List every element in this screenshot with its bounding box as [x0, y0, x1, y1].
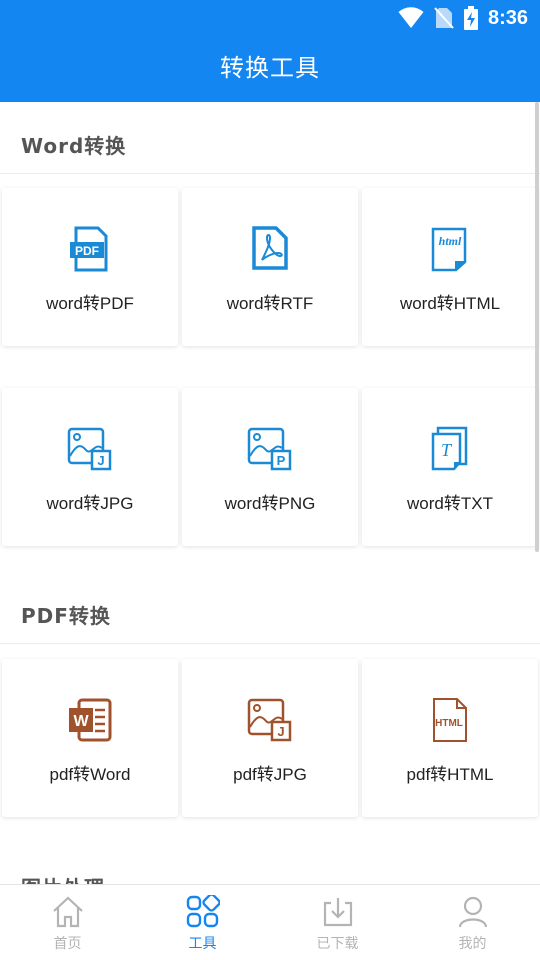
battery-charging-icon [463, 6, 478, 30]
nav-label: 已下载 [316, 936, 359, 952]
download-icon [323, 898, 352, 927]
nav-label: 我的 [458, 936, 487, 952]
tool-label: word转RTF [226, 294, 314, 313]
tool-card-word-to-pdf[interactable]: PDF word转PDF [2, 188, 178, 346]
section-title-pdf: PDF转换 [21, 604, 111, 628]
section-title-word: Word转换 [21, 134, 127, 158]
svg-text:J: J [277, 724, 284, 739]
scrollbar[interactable] [535, 102, 539, 552]
status-time: 8:36 [487, 6, 528, 29]
nav-label: 首页 [53, 936, 82, 952]
wifi-icon [398, 7, 424, 28]
tool-card-pdf-to-html[interactable]: HTML pdf转HTML [362, 659, 538, 817]
pdf-file-icon: PDF [70, 226, 108, 272]
tool-card-word-to-txt[interactable]: T word转TXT [362, 388, 538, 546]
home-icon [52, 896, 83, 928]
tools-grid-icon [186, 895, 220, 928]
tool-card-word-to-png[interactable]: P word转PNG [182, 388, 358, 546]
svg-text:J: J [97, 453, 104, 468]
nav-item-home[interactable]: 首页 [0, 885, 135, 960]
tool-card-word-to-jpg[interactable]: J word转JPG [2, 388, 178, 546]
status-bar: 8:36 [0, 0, 540, 36]
image-png-icon: P [247, 427, 292, 471]
tool-label: word转PNG [224, 494, 316, 513]
tools-list[interactable]: Word转换 PDF word转PDF word转RTF html word转H… [0, 102, 540, 884]
word-file-icon: W [69, 698, 112, 742]
section-divider [0, 173, 540, 174]
svg-text:PDF: PDF [75, 244, 99, 258]
nav-label: 工具 [188, 936, 217, 952]
no-sim-icon [434, 7, 454, 29]
tool-card-word-to-rtf[interactable]: word转RTF [182, 188, 358, 346]
tool-label: word转JPG [46, 494, 134, 513]
svg-text:P: P [277, 453, 286, 468]
app-bar: 8:36 转换工具 [0, 0, 540, 102]
tools-screen: 8:36 转换工具 Word转换 PDF word转PDF word转RTF h… [0, 0, 540, 960]
html-file-icon: HTML [433, 698, 467, 742]
tool-label: word转TXT [407, 494, 493, 513]
image-jpg-icon: J [67, 427, 112, 471]
tool-card-word-to-html[interactable]: html word转HTML [362, 188, 538, 346]
profile-icon [458, 896, 487, 928]
image-jpg-icon: J [247, 698, 292, 742]
tool-label: word转HTML [399, 294, 501, 313]
tool-label: word转PDF [46, 294, 134, 313]
nav-item-profile[interactable]: 我的 [405, 885, 540, 960]
svg-text:W: W [73, 713, 89, 730]
acrobat-file-icon [252, 226, 288, 270]
section-divider [0, 643, 540, 644]
status-icons: 8:36 [398, 6, 528, 30]
html-file-icon: html [431, 227, 467, 272]
nav-item-downloaded[interactable]: 已下载 [270, 885, 405, 960]
svg-text:HTML: HTML [435, 718, 463, 729]
svg-text:html: html [439, 234, 462, 248]
tool-card-pdf-to-word[interactable]: W pdf转Word [2, 659, 178, 817]
nav-item-tools[interactable]: 工具 [135, 885, 270, 960]
tool-label: pdf转Word [49, 765, 131, 784]
tool-card-pdf-to-jpg[interactable]: J pdf转JPG [182, 659, 358, 817]
bottom-nav: 首页 工具 已下载 我的 [0, 884, 540, 960]
page-title: 转换工具 [220, 54, 320, 82]
text-file-icon: T [431, 426, 468, 471]
tool-label: pdf转JPG [233, 765, 307, 784]
section-title-image: 图片处理 [21, 872, 105, 884]
tool-label: pdf转HTML [406, 765, 494, 784]
